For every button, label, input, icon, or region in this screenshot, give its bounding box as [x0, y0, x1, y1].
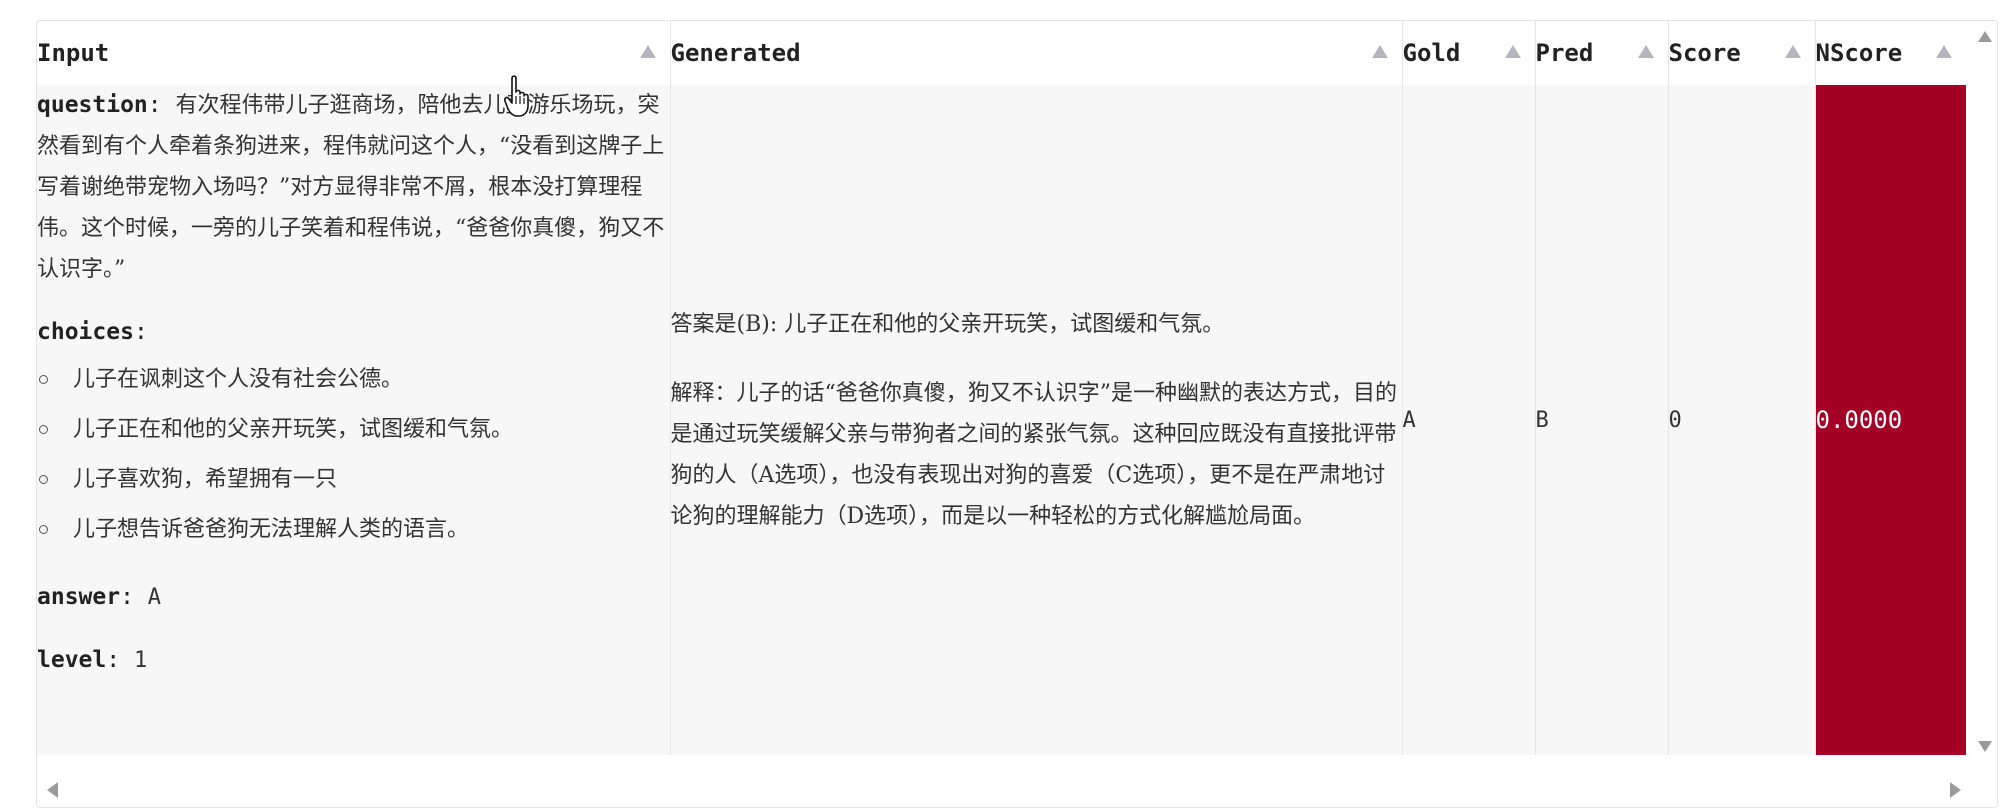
list-item: 儿子正在和他的父亲开玩笑，试图缓和气氛。 [37, 405, 670, 455]
results-table-frame: Input Generated Gold Pred Score NScore q… [36, 20, 1998, 808]
bullet-icon [39, 525, 48, 534]
header-row: Input Generated Gold Pred Score NScore [37, 21, 1966, 85]
bullet-icon [39, 425, 48, 434]
horizontal-scrollbar[interactable] [37, 772, 1997, 807]
column-header-input[interactable]: Input [37, 21, 671, 85]
results-table: Input Generated Gold Pred Score NScore q… [37, 21, 1966, 755]
sort-up-icon[interactable] [1371, 45, 1388, 58]
bullet-icon [39, 475, 48, 484]
vertical-scrollbar[interactable] [1974, 21, 1997, 772]
list-item: 儿子喜欢狗，希望拥有一只 [37, 455, 670, 505]
sort-up-icon[interactable] [639, 45, 656, 58]
column-header-gold[interactable]: Gold [1402, 21, 1536, 85]
level-key: level [37, 647, 107, 673]
column-header-label: Generated [670, 39, 801, 67]
pred-cell: B [1535, 85, 1669, 755]
answer-key: answer [37, 584, 121, 610]
question-text: 有次程伟带儿子逛商场，陪他去儿童游乐场玩，突然看到有个人牵着条狗进来，程伟就问这… [37, 93, 665, 282]
score-cell: 0 [1668, 85, 1816, 755]
column-header-generated[interactable]: Generated [670, 21, 1403, 85]
list-item: 儿子想告诉爸爸狗无法理解人类的语言。 [37, 505, 670, 555]
column-header-label: Score [1668, 39, 1741, 67]
choice-text: 儿子想告诉爸爸狗无法理解人类的语言。 [73, 517, 470, 542]
column-header-label: Gold [1402, 39, 1461, 67]
sort-up-icon[interactable] [1936, 45, 1952, 58]
nscore-cell: 0.0000 [1815, 85, 1966, 755]
list-item: 儿子在讽刺这个人没有社会公德。 [37, 355, 670, 405]
gold-cell: A [1402, 85, 1536, 755]
generated-cell: 答案是(B): 儿子正在和他的父亲开玩笑，试图缓和气氛。 解释：儿子的话“爸爸你… [670, 85, 1403, 755]
scroll-up-arrow-icon[interactable] [1978, 31, 1992, 42]
column-header-label: NScore [1815, 39, 1903, 67]
scroll-left-arrow-icon[interactable] [47, 782, 58, 798]
choices-list: 儿子在讽刺这个人没有社会公德。 儿子正在和他的父亲开玩笑，试图缓和气氛。 儿子喜… [37, 355, 670, 555]
bullet-icon [39, 375, 48, 384]
question-block: question: 有次程伟带儿子逛商场，陪他去儿童游乐场玩，突然看到有个人牵着… [37, 92, 665, 282]
choice-text: 儿子喜欢狗，希望拥有一只 [73, 467, 338, 492]
column-header-label: Pred [1535, 39, 1594, 67]
choice-text: 儿子正在和他的父亲开玩笑，试图缓和气氛。 [73, 417, 514, 442]
column-header-pred[interactable]: Pred [1535, 21, 1669, 85]
table-row: question: 有次程伟带儿子逛商场，陪他去儿童游乐场玩，突然看到有个人牵着… [37, 85, 1966, 755]
choices-key: choices [37, 319, 134, 345]
sort-up-icon[interactable] [1784, 45, 1801, 58]
scroll-down-arrow-icon[interactable] [1978, 741, 1992, 752]
answer-block: answer: A [37, 584, 162, 610]
table-viewport: Input Generated Gold Pred Score NScore q… [37, 21, 1974, 772]
column-header-label: Input [37, 39, 110, 67]
scroll-right-arrow-icon[interactable] [1950, 782, 1961, 798]
answer-value: A [147, 585, 162, 610]
generated-answer: 答案是(B): 儿子正在和他的父亲开玩笑，试图缓和气氛。 [670, 311, 1225, 337]
level-block: level: 1 [37, 647, 148, 673]
input-cell: question: 有次程伟带儿子逛商场，陪他去儿童游乐场玩，突然看到有个人牵着… [37, 85, 671, 755]
level-value: 1 [133, 648, 148, 673]
generated-explanation: 解释：儿子的话“爸爸你真傻，狗又不认识字”是一种幽默的表达方式，目的是通过玩笑缓… [670, 380, 1398, 529]
sort-up-icon[interactable] [1504, 45, 1521, 58]
column-header-score[interactable]: Score [1668, 21, 1816, 85]
choices-block: choices: 儿子在讽刺这个人没有社会公德。 儿子正在和他的父亲开玩笑，试图… [37, 312, 670, 555]
sort-up-icon[interactable] [1637, 45, 1654, 58]
question-key: question [37, 92, 148, 118]
column-header-nscore[interactable]: NScore [1815, 21, 1966, 85]
choice-text: 儿子在讽刺这个人没有社会公德。 [73, 367, 404, 392]
